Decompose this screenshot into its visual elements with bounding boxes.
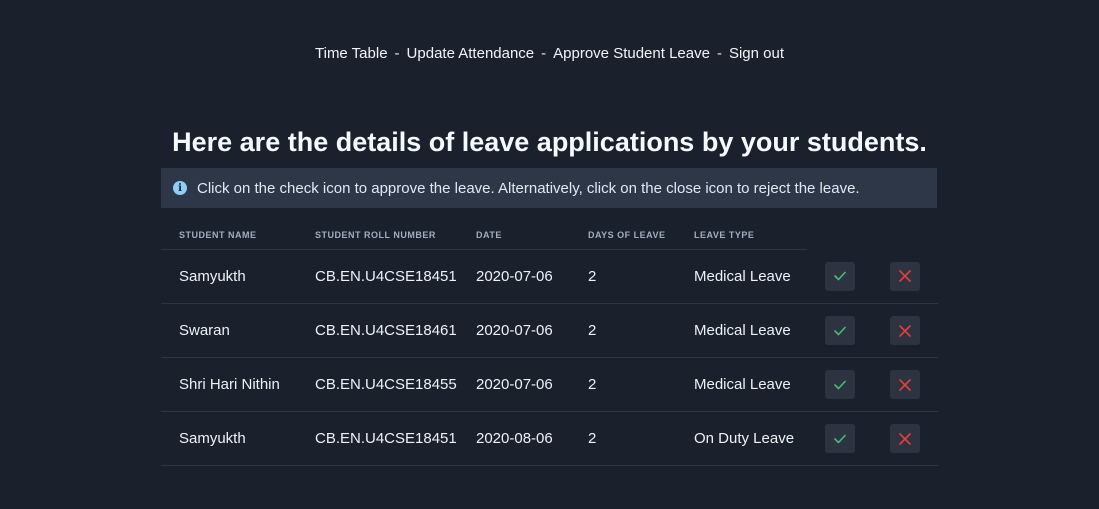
table-row: Swaran CB.EN.U4CSE18461 2020-07-06 2 Medical… [161, 303, 938, 358]
check-icon [834, 434, 846, 443]
page-title: Here are the details of leave applicatio… [172, 127, 927, 157]
check-icon [834, 380, 846, 389]
cell-roll-number: CB.EN.U4CSE18451 [297, 249, 458, 304]
approve-button[interactable] [825, 261, 855, 291]
cell-leave-type: Medical Leave [676, 249, 807, 304]
reject-button[interactable] [890, 370, 920, 399]
table-row: Samyukth CB.EN.U4CSE18451 2020-08-06 2 On Du… [161, 411, 938, 466]
reject-button[interactable] [890, 424, 920, 453]
table-row: Samyukth CB.EN.U4CSE18451 2020-07-06 2 Medic… [161, 249, 938, 304]
cell-leave-type: Medical Leave [676, 303, 807, 358]
cell-leave-type: Medical Leave [676, 357, 807, 412]
cell-days-of-leave: 2 [570, 249, 676, 304]
check-icon [834, 271, 846, 281]
close-icon [899, 324, 911, 337]
nav-separator: - [394, 45, 400, 62]
cell-student-name: Shri Hari Nithin [161, 357, 297, 412]
reject-cell [872, 357, 938, 412]
header-approve-column [807, 220, 872, 250]
approve-cell [807, 411, 872, 466]
approve-cell [807, 357, 872, 412]
info-banner: i Click on the check icon to approve the… [161, 168, 937, 208]
cell-roll-number: CB.EN.U4CSE18455 [297, 357, 458, 412]
cell-leave-type: On Duty Leave [676, 411, 807, 466]
close-icon [899, 270, 911, 283]
table-header-row: Student Name Student Roll Number Date Da… [161, 220, 938, 250]
close-icon [899, 432, 911, 445]
cell-days-of-leave: 2 [570, 411, 676, 466]
cell-date: 2020-07-06 [458, 303, 570, 358]
header-date: Date [458, 220, 570, 250]
reject-cell [872, 303, 938, 358]
cell-roll-number: CB.EN.U4CSE18451 [297, 411, 458, 466]
nav-separator: - [541, 45, 547, 62]
approve-cell [807, 249, 872, 304]
nav-time-table[interactable]: Time Table [315, 45, 388, 62]
approve-button[interactable] [825, 316, 855, 345]
cell-student-name: Samyukth [161, 249, 297, 304]
cell-date: 2020-08-06 [458, 411, 570, 466]
header-days-of-leave: Days of Leave [570, 220, 676, 250]
info-text: Click on the check icon to approve the l… [197, 179, 860, 197]
header-reject-column [872, 220, 938, 250]
reject-button[interactable] [890, 316, 920, 345]
cell-date: 2020-07-06 [458, 357, 570, 412]
cell-days-of-leave: 2 [570, 357, 676, 412]
nav-update-attendance[interactable]: Update Attendance [407, 45, 535, 62]
reject-cell [872, 249, 938, 304]
approve-button[interactable] [825, 370, 855, 399]
nav-sign-out[interactable]: Sign out [729, 45, 784, 62]
info-circle-icon: i [173, 181, 187, 195]
approve-button[interactable] [825, 424, 855, 453]
reject-cell [872, 411, 938, 466]
header-student-roll-number: Student Roll Number [297, 220, 458, 250]
nav-separator: - [716, 45, 722, 62]
leave-applications-table: Student Name Student Roll Number Date Da… [161, 220, 938, 466]
table-row: Shri Hari Nithin CB.EN.U4CSE18455 2020-07-… [161, 357, 938, 412]
nav-approve-student-leave[interactable]: Approve Student Leave [553, 45, 710, 62]
cell-days-of-leave: 2 [570, 303, 676, 358]
check-icon [834, 326, 846, 335]
cell-roll-number: CB.EN.U4CSE18461 [297, 303, 458, 358]
cell-student-name: Swaran [161, 303, 297, 358]
reject-button[interactable] [890, 261, 920, 291]
cell-date: 2020-07-06 [458, 249, 570, 304]
header-leave-type: Leave Type [676, 220, 807, 250]
approve-cell [807, 303, 872, 358]
header-student-name: Student Name [161, 220, 297, 250]
close-icon [899, 378, 911, 391]
cell-student-name: Samyukth [161, 411, 297, 466]
top-nav: Time Table - Update Attendance - Approve Stu… [0, 44, 1099, 64]
